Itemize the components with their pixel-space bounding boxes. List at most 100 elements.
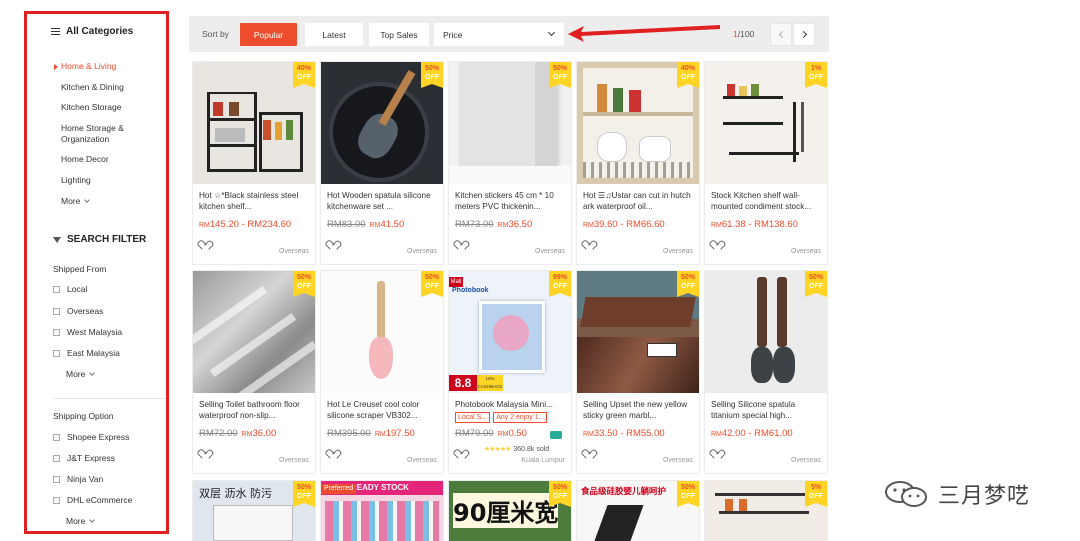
category-home-decor[interactable]: Home Decor [61, 154, 109, 165]
product-card[interactable]: 50% OFF Hot Wooden spatula silicone kitch… [321, 62, 443, 264]
product-price: RM83.00 RM41.50 [327, 219, 404, 230]
checkbox-shopee-express[interactable]: Shopee Express [53, 432, 129, 442]
product-origin: Overseas [407, 457, 437, 464]
product-card[interactable]: 食品级硅胶婴儿躺呵护 50% OFF [577, 481, 699, 541]
product-name[interactable]: Selling Upset the new yellow sticky gree… [583, 399, 695, 421]
category-home-living[interactable]: Home & Living [53, 61, 116, 72]
off-label: OFF [681, 74, 695, 81]
promo-tag: Local S... [455, 412, 491, 423]
price-value: 42.00 - RM61.00 [721, 428, 793, 439]
checkbox-overseas[interactable]: Overseas [53, 306, 103, 316]
heart-icon[interactable] [712, 237, 720, 245]
product-price: RM39.60 - RM66.60 [583, 219, 665, 230]
product-name[interactable]: Hot Le Creuset cool color silicone scrap… [327, 399, 439, 421]
checkbox-box[interactable] [53, 475, 60, 483]
heart-icon[interactable] [200, 237, 208, 245]
more-label: More [66, 516, 86, 526]
product-origin: Overseas [535, 248, 565, 255]
checkbox-box[interactable] [53, 349, 60, 357]
product-name[interactable]: Selling Silicone spatula titanium specia… [711, 399, 823, 421]
sort-bar: Sort by Popular Latest Top Sales Price 1… [189, 16, 829, 52]
price-value: 61.38 - RM138.60 [721, 219, 798, 230]
sort-by-label: Sort by [202, 29, 229, 39]
all-categories-heading[interactable]: All Categories [51, 26, 133, 37]
sort-top-sales-button[interactable]: Top Sales [369, 23, 429, 46]
discount-badge: 50% OFF [421, 271, 443, 297]
product-price: RM79.00 RM0.50 [455, 428, 527, 439]
price-value: 197.50 [385, 428, 415, 439]
product-price: RM61.38 - RM138.60 [711, 219, 798, 230]
checkbox-box[interactable] [53, 496, 60, 504]
product-card[interactable]: Mall Photobook 8.8 10% CASHBACK 99% OFF P… [449, 271, 571, 473]
shipping-option-more-button[interactable]: More [66, 516, 96, 526]
checkbox-box[interactable] [53, 307, 60, 315]
category-home-storage[interactable]: Home Storage & Organization [61, 123, 141, 145]
product-name[interactable]: Hot Wooden spatula silicone kitchenware … [327, 190, 439, 212]
heart-icon[interactable] [584, 237, 592, 245]
product-name[interactable]: Hot ☆*Black stainless steel kitchen shel… [199, 190, 311, 212]
heart-icon[interactable] [456, 446, 464, 454]
category-kitchen-dining[interactable]: Kitchen & Dining [61, 82, 124, 93]
checkbox-box[interactable] [53, 328, 60, 336]
categories-more-button[interactable]: More [61, 196, 91, 206]
shopee-search-page: All Categories Home & Living Kitchen & D… [0, 0, 1080, 541]
product-name[interactable]: Selling Toilet bathroom floor waterproof… [199, 399, 311, 421]
sort-popular-button[interactable]: Popular [240, 23, 297, 46]
original-price: RM83.00 [327, 219, 366, 230]
heart-icon[interactable] [456, 237, 464, 245]
checkbox-local[interactable]: Local [53, 284, 87, 294]
free-shipping-icon [550, 431, 562, 439]
product-card[interactable]: 50% OFF Selling Upset the new yellow stic… [577, 271, 699, 473]
off-label: OFF [681, 283, 695, 290]
category-kitchen-storage[interactable]: Kitchen Storage [61, 102, 121, 113]
off-label: OFF [809, 74, 823, 81]
product-card[interactable]: 双层 沥水 防污 50% OFF [193, 481, 315, 541]
product-origin: Overseas [791, 457, 821, 464]
product-name[interactable]: Stock Kitchen shelf wall-mounted condime… [711, 190, 823, 212]
heart-icon[interactable] [584, 446, 592, 454]
product-card[interactable]: 40% OFF Hot ☰♫Ustar can cut in hutch ark … [577, 62, 699, 264]
checkbox-west-malaysia[interactable]: West Malaysia [53, 327, 122, 337]
product-origin: Overseas [663, 248, 693, 255]
product-card[interactable]: READY STOCK Preferred [321, 481, 443, 541]
product-name[interactable]: Photobook Malaysia Mini... [455, 399, 567, 410]
product-card[interactable]: 50% OFF Selling Toilet bathroom floor wat… [193, 271, 315, 473]
off-label: OFF [809, 493, 823, 500]
discount-badge: 50% OFF [421, 62, 443, 88]
product-name[interactable]: Kitchen stickers 45 cm * 10 meters PVC t… [455, 190, 567, 212]
product-name[interactable]: Hot ☰♫Ustar can cut in hutch ark waterpr… [583, 190, 695, 212]
product-card[interactable]: 40% OFF Hot ☆*Black stainless steel kitch… [193, 62, 315, 264]
prev-page-button[interactable] [770, 23, 792, 46]
product-card[interactable]: 50% OFF Hot Le Creuset cool color silicon… [321, 271, 443, 473]
shipped-from-more-button[interactable]: More [66, 369, 96, 379]
next-page-button[interactable] [793, 23, 815, 46]
discount-badge: 99% OFF [549, 271, 571, 297]
chevron-right-icon [799, 30, 807, 39]
product-card[interactable]: 1% OFF Stock Kitchen shelf wall-mounted c… [705, 62, 827, 264]
checkbox-east-malaysia[interactable]: East Malaysia [53, 348, 120, 358]
heart-icon[interactable] [328, 446, 336, 454]
heart-icon[interactable] [200, 446, 208, 454]
checkbox-box[interactable] [53, 285, 60, 293]
product-card[interactable]: 90厘米宽 50% OFF [449, 481, 571, 541]
checkbox-label: Ninja Van [67, 474, 104, 484]
price-tag: 8.8 [449, 375, 477, 391]
heart-icon[interactable] [328, 237, 336, 245]
sort-latest-button[interactable]: Latest [305, 23, 363, 46]
checkbox-ninja-van[interactable]: Ninja Van [53, 474, 103, 484]
price-value: 145.20 - RM234.60 [209, 219, 292, 230]
checkbox-box[interactable] [53, 433, 60, 441]
discount-badge: 50% OFF [549, 62, 571, 88]
checkbox-dhl-ecommerce[interactable]: DHL eCommerce [53, 495, 132, 505]
heart-icon[interactable] [712, 446, 720, 454]
price-sort-dropdown[interactable]: Price [434, 23, 564, 46]
checkbox-box[interactable] [53, 454, 60, 462]
page-indicator: 1/100 [733, 29, 754, 39]
off-label: OFF [297, 74, 311, 81]
off-label: OFF [297, 283, 311, 290]
product-card[interactable]: 5% OFF [705, 481, 827, 541]
category-lighting[interactable]: Lighting [61, 175, 91, 186]
product-card[interactable]: 50% OFF Selling Silicone spatula titanium… [705, 271, 827, 473]
checkbox-jt-express[interactable]: J&T Express [53, 453, 115, 463]
product-card[interactable]: 50% OFF Kitchen stickers 45 cm * 10 meter… [449, 62, 571, 264]
